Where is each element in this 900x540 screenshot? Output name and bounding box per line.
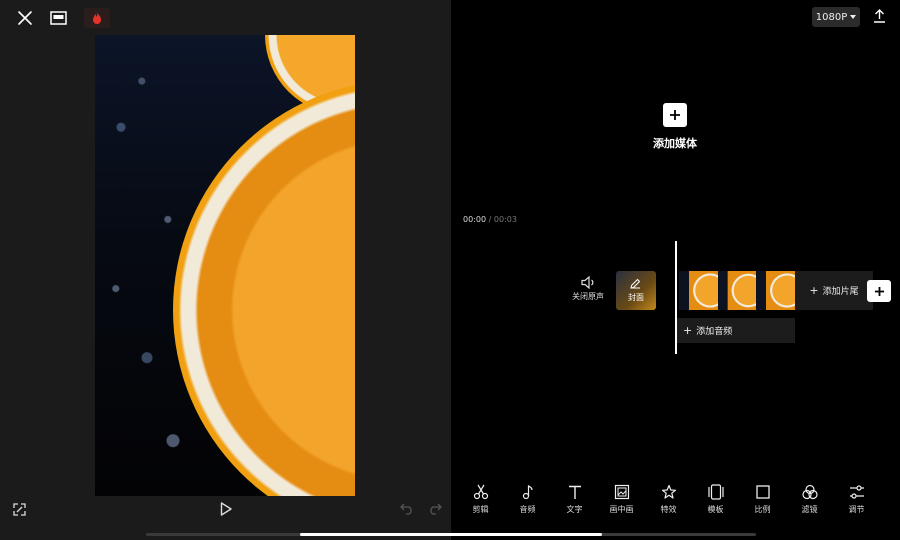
plus-icon	[874, 286, 884, 296]
expand-button[interactable]	[10, 500, 28, 518]
tool-label: 特效	[660, 505, 677, 514]
close-button[interactable]	[15, 8, 35, 28]
clip-thumbnail	[717, 271, 757, 310]
ratio-icon	[755, 485, 770, 499]
plus-icon: +	[809, 284, 819, 297]
tool-pip[interactable]: 画中画	[598, 484, 645, 520]
tool-audio[interactable]: 音频	[504, 484, 551, 520]
tool-label: 画中画	[609, 505, 634, 514]
bottom-toolbar: 剪辑 音频 文字 画中画 特效 模板 比例 滤镜 调节	[457, 484, 900, 520]
tool-label: 调节	[848, 505, 865, 514]
resolution-select[interactable]: 1080P	[812, 7, 860, 27]
timecode: 00:00 / 00:03	[463, 215, 517, 224]
adjust-icon	[849, 485, 864, 499]
add-ending-label: 添加片尾	[822, 287, 859, 297]
lemon-slice-image	[173, 80, 355, 496]
clip-thumbnail	[756, 271, 795, 310]
mute-original-button[interactable]: 关闭原声	[568, 276, 608, 302]
tool-label: 滤镜	[801, 505, 818, 514]
tool-adjust[interactable]: 调节	[833, 484, 880, 520]
timecode-total: / 00:03	[488, 215, 517, 224]
tool-label: 模板	[707, 505, 724, 514]
sparkle-icon	[661, 484, 676, 499]
undo-icon	[400, 503, 412, 515]
tool-cut[interactable]: 剪辑	[457, 484, 504, 520]
chevron-down-icon	[850, 15, 857, 19]
add-media-button[interactable]	[663, 103, 687, 127]
tool-filter[interactable]: 滤镜	[786, 484, 833, 520]
edit-pencil-icon	[630, 278, 641, 289]
redo-button[interactable]	[426, 500, 444, 518]
text-icon	[568, 485, 581, 499]
tool-effects[interactable]: 特效	[645, 484, 692, 520]
tool-label: 文字	[566, 505, 583, 514]
scissors-icon	[473, 484, 488, 500]
tool-label: 音频	[519, 505, 536, 514]
upload-icon	[873, 9, 885, 23]
add-audio-button[interactable]: + 添加音频	[677, 318, 795, 343]
timecode-current: 00:00	[463, 215, 487, 224]
flame-icon	[93, 12, 101, 24]
mute-label: 关闭原声	[572, 292, 604, 301]
tool-ratio[interactable]: 比例	[739, 484, 786, 520]
tool-label: 比例	[754, 505, 771, 514]
cover-button[interactable]: 封面	[616, 271, 656, 310]
scrollbar-thumb[interactable]	[300, 533, 602, 536]
clip-thumbnail	[679, 271, 718, 310]
play-button[interactable]	[216, 499, 236, 519]
resolution-value: 1080P	[815, 11, 848, 23]
template-icon	[707, 484, 724, 500]
fullscreen-toggle-button[interactable]	[48, 8, 68, 28]
add-audio-label: 添加音频	[696, 327, 733, 337]
hot-tag-button[interactable]	[84, 8, 110, 28]
redo-icon	[430, 503, 442, 515]
tool-text[interactable]: 文字	[551, 484, 598, 520]
add-media-label[interactable]: 添加媒体	[630, 135, 720, 151]
video-track[interactable]	[679, 271, 795, 310]
plus-icon: +	[683, 324, 693, 337]
window-icon	[49, 11, 67, 25]
tool-template[interactable]: 模板	[692, 484, 739, 520]
tool-label: 剪辑	[472, 505, 489, 514]
expand-icon	[12, 502, 26, 516]
picture-in-picture-icon	[614, 484, 629, 500]
speaker-icon	[581, 276, 594, 289]
export-button[interactable]	[870, 7, 888, 25]
plus-icon	[670, 110, 680, 120]
music-note-icon	[522, 484, 533, 500]
cover-label: 封面	[628, 293, 644, 302]
play-icon	[220, 502, 232, 516]
add-clip-button[interactable]	[867, 280, 891, 302]
video-preview[interactable]	[95, 35, 355, 496]
close-icon	[18, 11, 32, 25]
add-ending-button[interactable]: + 添加片尾	[795, 271, 873, 310]
filter-icon	[801, 484, 818, 500]
undo-button[interactable]	[398, 500, 416, 518]
